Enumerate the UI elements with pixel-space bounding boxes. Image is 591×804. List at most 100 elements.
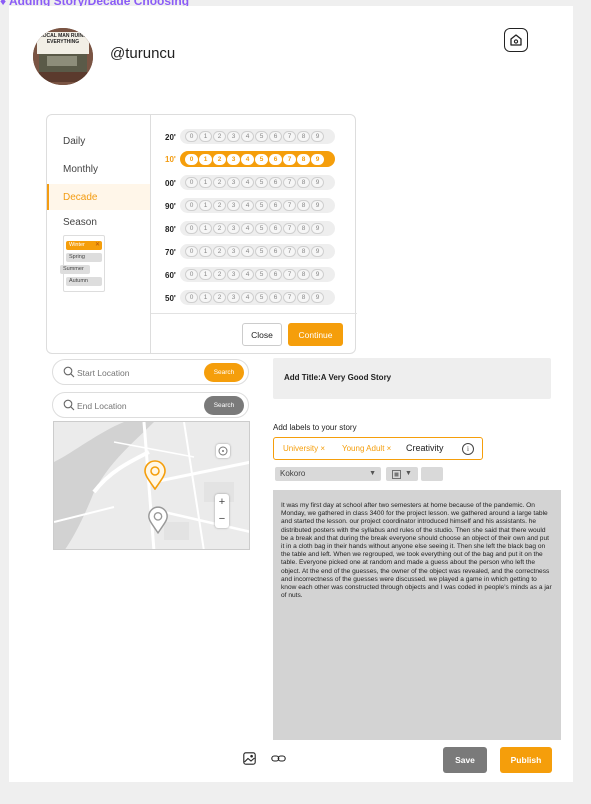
end-pin-icon[interactable] [147, 506, 169, 534]
zoom-out-button[interactable]: − [215, 511, 229, 528]
year-digit-button[interactable]: 8 [297, 292, 310, 303]
year-digit-button[interactable]: 4 [241, 177, 254, 188]
year-digit-button[interactable]: 8 [297, 131, 310, 142]
year-digit-button[interactable]: 0 [185, 131, 198, 142]
year-digit-button[interactable]: 5 [255, 292, 268, 303]
year-digit-button[interactable]: 6 [269, 246, 282, 257]
year-digit-button[interactable]: 0 [185, 223, 198, 234]
year-digit-button[interactable]: 0 [185, 246, 198, 257]
decade-row[interactable]: 0123456789 [180, 221, 335, 236]
season-chip-spring[interactable]: Spring [66, 253, 102, 262]
year-digit-button[interactable]: 8 [297, 200, 310, 211]
year-digit-button[interactable]: 9 [311, 153, 324, 165]
remove-tag-icon[interactable]: × [387, 444, 392, 453]
home-button[interactable] [504, 28, 528, 52]
year-digit-button[interactable]: 7 [283, 131, 296, 142]
year-digit-button[interactable]: 2 [213, 200, 226, 211]
mode-season[interactable]: Season [47, 209, 150, 235]
year-digit-button[interactable]: 4 [241, 246, 254, 257]
remove-icon[interactable]: ✕ [95, 241, 100, 250]
year-digit-button[interactable]: 1 [199, 246, 212, 257]
decade-row[interactable]: 0123456789 [180, 175, 335, 190]
year-digit-button[interactable]: 7 [283, 292, 296, 303]
decade-row[interactable]: 0123456789 [180, 290, 335, 305]
year-digit-button[interactable]: 8 [297, 223, 310, 234]
year-digit-button[interactable]: 2 [213, 177, 226, 188]
year-digit-button[interactable]: 0 [185, 153, 198, 165]
year-digit-button[interactable]: 5 [255, 153, 268, 165]
year-digit-button[interactable]: 0 [185, 177, 198, 188]
year-digit-button[interactable]: 8 [297, 269, 310, 280]
year-digit-button[interactable]: 9 [311, 269, 324, 280]
labels-input-box[interactable]: University × Young Adult × Creativity i [273, 437, 483, 460]
start-search-button[interactable]: Search [204, 363, 244, 382]
title-field[interactable]: Add Title:A Very Good Story [273, 358, 551, 399]
year-digit-button[interactable]: 1 [199, 131, 212, 142]
year-digit-button[interactable]: 6 [269, 177, 282, 188]
year-digit-button[interactable]: 8 [297, 153, 310, 165]
year-digit-button[interactable]: 5 [255, 223, 268, 234]
close-button[interactable]: Close [242, 323, 282, 346]
year-digit-button[interactable]: 5 [255, 177, 268, 188]
link-icon[interactable] [271, 752, 286, 765]
start-pin-icon[interactable] [143, 460, 167, 490]
year-digit-button[interactable]: 2 [213, 292, 226, 303]
year-digit-button[interactable]: 7 [283, 246, 296, 257]
year-digit-button[interactable]: 9 [311, 177, 324, 188]
remove-tag-icon[interactable]: × [320, 444, 325, 453]
year-digit-button[interactable]: 1 [199, 223, 212, 234]
decade-row[interactable]: 0123456789 [180, 129, 335, 144]
year-digit-button[interactable]: 6 [269, 131, 282, 142]
year-digit-button[interactable]: 1 [199, 269, 212, 280]
year-digit-button[interactable]: 3 [227, 223, 240, 234]
year-digit-button[interactable]: 0 [185, 200, 198, 211]
decade-row[interactable]: 0123456789 [180, 244, 335, 259]
decade-row[interactable]: 0123456789 [180, 151, 335, 167]
year-digit-button[interactable]: 9 [311, 131, 324, 142]
year-digit-button[interactable]: 4 [241, 153, 254, 165]
year-digit-button[interactable]: 5 [255, 246, 268, 257]
publish-button[interactable]: Publish [500, 747, 552, 773]
year-digit-button[interactable]: 7 [283, 200, 296, 211]
year-digit-button[interactable]: 1 [199, 200, 212, 211]
year-digit-button[interactable]: 3 [227, 131, 240, 142]
end-location-input[interactable] [77, 398, 197, 413]
year-digit-button[interactable]: 2 [213, 223, 226, 234]
tag-young-adult[interactable]: Young Adult × [342, 444, 391, 453]
year-digit-button[interactable]: 5 [255, 131, 268, 142]
year-digit-button[interactable]: 4 [241, 131, 254, 142]
zoom-in-button[interactable]: + [215, 494, 229, 511]
year-digit-button[interactable]: 9 [311, 200, 324, 211]
year-digit-button[interactable]: 4 [241, 223, 254, 234]
compass-button[interactable] [216, 444, 230, 458]
year-digit-button[interactable]: 3 [227, 292, 240, 303]
year-digit-button[interactable]: 3 [227, 177, 240, 188]
year-digit-button[interactable]: 4 [241, 200, 254, 211]
year-digit-button[interactable]: 6 [269, 200, 282, 211]
year-digit-button[interactable]: 9 [311, 292, 324, 303]
year-digit-button[interactable]: 2 [213, 153, 226, 165]
info-icon[interactable]: i [462, 443, 474, 455]
mode-monthly[interactable]: Monthly [47, 156, 150, 182]
year-digit-button[interactable]: 8 [297, 177, 310, 188]
year-digit-button[interactable]: 0 [185, 292, 198, 303]
save-button[interactable]: Save [443, 747, 487, 773]
mode-decade[interactable]: Decade [47, 184, 150, 210]
season-chip-autumn[interactable]: Autumn [66, 277, 102, 286]
end-search-button[interactable]: Search [204, 396, 244, 415]
year-digit-button[interactable]: 3 [227, 200, 240, 211]
labels-input[interactable]: Creativity [406, 443, 444, 453]
year-digit-button[interactable]: 1 [199, 153, 212, 165]
year-digit-button[interactable]: 6 [269, 292, 282, 303]
year-digit-button[interactable]: 2 [213, 131, 226, 142]
year-digit-button[interactable]: 5 [255, 269, 268, 280]
year-digit-button[interactable]: 4 [241, 269, 254, 280]
start-location-input[interactable] [77, 365, 197, 380]
season-chip-summer[interactable]: Summer [60, 265, 90, 274]
year-digit-button[interactable]: 3 [227, 153, 240, 165]
decade-row[interactable]: 0123456789 [180, 267, 335, 282]
season-chip-winter[interactable]: Winter ✕ [66, 241, 102, 250]
format-select[interactable]: ▼ [386, 467, 418, 481]
year-digit-button[interactable]: 3 [227, 269, 240, 280]
year-digit-button[interactable]: 0 [185, 269, 198, 280]
